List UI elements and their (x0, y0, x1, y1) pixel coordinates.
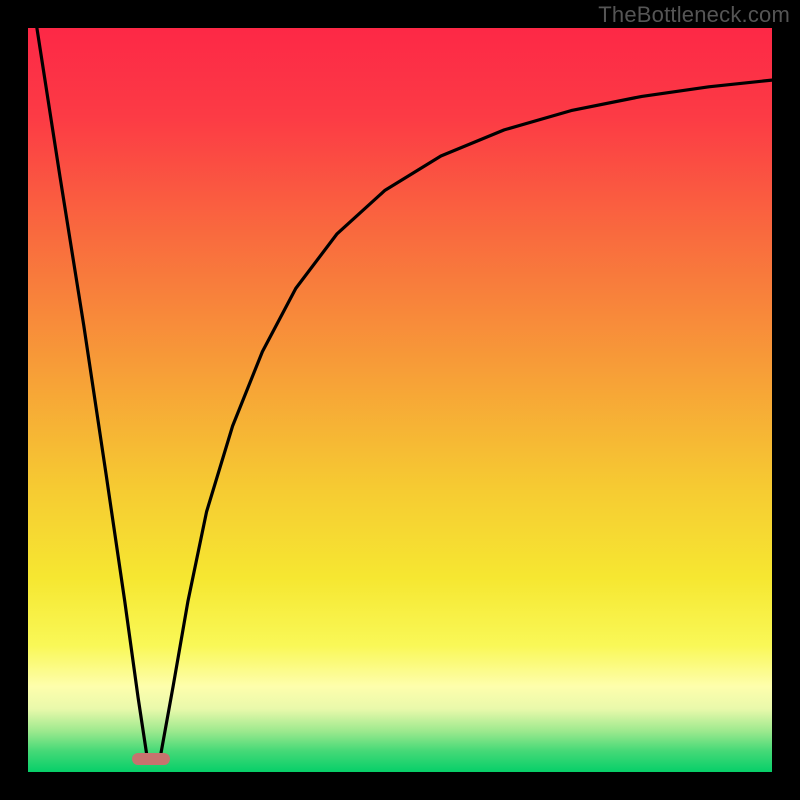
chart-frame: TheBottleneck.com (0, 0, 800, 800)
bottleneck-curve (28, 28, 772, 772)
watermark-text: TheBottleneck.com (598, 2, 790, 28)
optimal-marker (132, 753, 170, 765)
plot-area (28, 28, 772, 772)
